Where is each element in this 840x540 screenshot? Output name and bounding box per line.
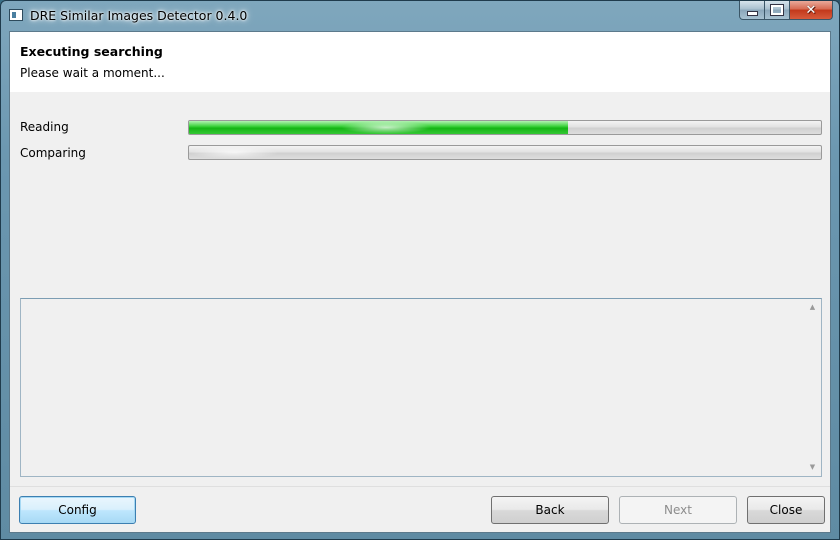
title-bar[interactable]: DRE Similar Images Detector 0.4.0 ✕ — [1, 1, 839, 31]
maximize-icon — [770, 4, 784, 16]
close-icon: ✕ — [805, 2, 817, 18]
page-subtitle: Please wait a moment... — [20, 66, 165, 80]
wizard-client-area: Executing searching Please wait a moment… — [9, 31, 831, 533]
wizard-header: Executing searching Please wait a moment… — [10, 32, 830, 92]
log-scrollbar[interactable]: ▲ ▼ — [804, 299, 821, 476]
comparing-label: Comparing — [20, 146, 86, 160]
config-button[interactable]: Config — [19, 496, 136, 524]
app-window-icon[interactable] — [9, 9, 23, 21]
back-button[interactable]: Back — [491, 496, 609, 524]
next-button[interactable]: Next — [619, 496, 737, 524]
reading-label: Reading — [20, 120, 69, 134]
comparing-progress-bar — [188, 145, 822, 160]
caption-buttons: ✕ — [739, 1, 833, 20]
reading-progress-bar — [188, 120, 822, 135]
log-output-area[interactable]: ▲ ▼ — [20, 298, 822, 477]
page-title: Executing searching — [20, 44, 163, 59]
maximize-button[interactable] — [765, 1, 790, 20]
window-title: DRE Similar Images Detector 0.4.0 — [30, 8, 248, 23]
scroll-up-icon[interactable]: ▲ — [804, 299, 821, 316]
scroll-down-icon[interactable]: ▼ — [804, 459, 821, 476]
minimize-icon — [746, 10, 758, 16]
close-button[interactable]: Close — [747, 496, 825, 524]
minimize-button[interactable] — [739, 1, 765, 20]
reading-progress-fill — [189, 121, 569, 134]
close-window-button[interactable]: ✕ — [790, 1, 833, 20]
footer-divider — [10, 486, 830, 487]
app-window: DRE Similar Images Detector 0.4.0 ✕ Exec… — [0, 0, 840, 540]
